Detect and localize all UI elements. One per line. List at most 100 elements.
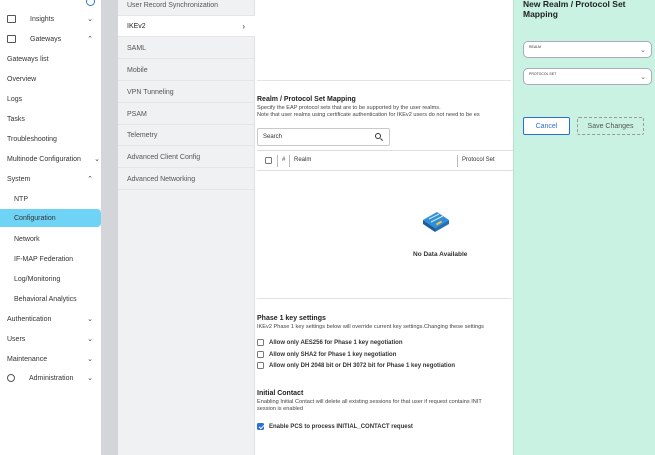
nav-label: Users bbox=[7, 335, 26, 343]
nav-divider bbox=[101, 0, 118, 455]
protocol-set-select[interactable]: PROTOCOL SET ⌄ bbox=[523, 68, 652, 85]
empty-state-text: No Data Available bbox=[413, 251, 468, 258]
submenu-label: Advanced Client Config bbox=[127, 153, 201, 161]
select-all-checkbox[interactable] bbox=[265, 157, 272, 164]
nav-label: Maintenance bbox=[7, 355, 48, 363]
nav-label: Overview bbox=[7, 75, 37, 83]
nav-label: System bbox=[7, 175, 31, 183]
nav-item-system[interactable]: System ⌃ bbox=[0, 170, 101, 188]
nav-item-users[interactable]: Users ⌄ bbox=[0, 330, 101, 348]
nav-item-log-monitoring[interactable]: Log/Monitoring bbox=[0, 270, 101, 288]
dh-checkbox[interactable] bbox=[257, 362, 264, 369]
column-divider bbox=[277, 155, 278, 167]
table-header: # Realm Protocol Set bbox=[257, 150, 513, 171]
submenu-item-mobile[interactable]: Mobile bbox=[118, 60, 255, 81]
submenu-label: Mobile bbox=[127, 66, 148, 74]
phase1-option-aes256[interactable]: Allow only AES256 for Phase 1 key negoti… bbox=[257, 339, 402, 346]
nav-item-troubleshooting[interactable]: Troubleshooting bbox=[0, 130, 101, 148]
new-mapping-panel: New Realm / Protocol Set Mapping REALM ⌄… bbox=[513, 0, 655, 455]
realm-select-label: REALM bbox=[529, 45, 542, 49]
chevron-down-icon: ⌄ bbox=[640, 74, 646, 81]
search-icon[interactable] bbox=[375, 133, 381, 139]
submenu-item-user-record-sync[interactable]: User Record Synchronization bbox=[118, 0, 255, 16]
nav-label: Configuration bbox=[14, 214, 56, 222]
submenu-item-advanced-client-config[interactable]: Advanced Client Config bbox=[118, 147, 255, 168]
chevron-down-icon: ⌄ bbox=[87, 375, 93, 382]
initial-contact-option[interactable]: Enable PCS to process INITIAL_CONTACT re… bbox=[257, 423, 413, 430]
option-label: Allow only SHA2 for Phase 1 key negotiat… bbox=[269, 351, 397, 358]
search-input[interactable]: Search bbox=[257, 128, 390, 146]
divider bbox=[257, 298, 511, 299]
nav-label: Tasks bbox=[7, 115, 25, 123]
submenu-item-advanced-networking[interactable]: Advanced Networking bbox=[118, 169, 255, 190]
nav-item-maintenance[interactable]: Maintenance ⌄ bbox=[0, 350, 101, 368]
nav-label: Administration bbox=[29, 374, 74, 382]
phase1-title: Phase 1 key settings bbox=[257, 315, 326, 322]
empty-table-icon bbox=[423, 212, 449, 232]
nav-item-configuration[interactable]: Configuration bbox=[0, 209, 101, 227]
realm-select[interactable]: REALM ⌄ bbox=[523, 41, 652, 58]
realm-section-title: Realm / Protocol Set Mapping bbox=[257, 96, 356, 103]
nav-item-overview[interactable]: Overview bbox=[0, 70, 101, 88]
admin-icon bbox=[7, 374, 15, 382]
nav-label: Behavioral Analytics bbox=[14, 295, 77, 303]
nav-item-gateways-list[interactable]: Gateways list bbox=[0, 50, 101, 68]
column-header-protocol-set[interactable]: Protocol Set bbox=[462, 157, 495, 163]
column-header-realm[interactable]: Realm bbox=[294, 157, 311, 163]
nav-label: Troubleshooting bbox=[7, 135, 57, 143]
nav-label: Log/Monitoring bbox=[14, 275, 61, 283]
nav-item-administration[interactable]: Administration ⌄ bbox=[0, 369, 101, 387]
initial-contact-checkbox[interactable] bbox=[257, 423, 264, 430]
panel-title: New Realm / Protocol Set Mapping bbox=[523, 0, 626, 19]
column-divider bbox=[289, 155, 290, 167]
initial-contact-desc: Enabling Initial Contact will delete all… bbox=[257, 399, 482, 405]
nav-label: IF-MAP Federation bbox=[14, 255, 74, 263]
nav-label: Network bbox=[14, 235, 40, 243]
gateway-icon bbox=[7, 35, 16, 43]
submenu-item-ikev2[interactable]: IKEv2 › bbox=[118, 16, 255, 37]
nav-item-ntp[interactable]: NTP bbox=[0, 190, 101, 208]
sha2-checkbox[interactable] bbox=[257, 351, 264, 358]
realm-section-note: Note that user realms using certificate … bbox=[257, 112, 480, 118]
nav-item-gateways[interactable]: Gateways ⌃ bbox=[0, 30, 101, 48]
nav-item-tasks[interactable]: Tasks bbox=[0, 110, 101, 128]
submenu-label: User Record Synchronization bbox=[127, 1, 219, 9]
nav-label: Gateways bbox=[30, 35, 62, 43]
phase1-option-sha2[interactable]: Allow only SHA2 for Phase 1 key negotiat… bbox=[257, 351, 396, 358]
phase1-desc: IKEv2 Phase 1 key settings below will ov… bbox=[257, 324, 484, 330]
nav-item-authentication[interactable]: Authentication ⌄ bbox=[0, 310, 101, 328]
submenu-item-telemetry[interactable]: Telemetry bbox=[118, 125, 255, 146]
column-header-index: # bbox=[282, 157, 286, 163]
nav-label: Gateways list bbox=[7, 55, 49, 63]
column-divider bbox=[457, 155, 458, 167]
chevron-down-icon: ⌄ bbox=[87, 336, 93, 343]
clock-icon[interactable] bbox=[86, 0, 95, 6]
chevron-down-icon: ⌄ bbox=[87, 316, 93, 323]
submenu-label: Advanced Networking bbox=[127, 175, 196, 183]
left-nav: Insights ⌄ Gateways ⌃ Gateways list Over… bbox=[0, 0, 101, 455]
nav-item-logs[interactable]: Logs bbox=[0, 90, 101, 108]
submenu-item-psam[interactable]: PSAM bbox=[118, 104, 255, 125]
submenu-item-vpn-tunneling[interactable]: VPN Tunneling bbox=[118, 82, 255, 103]
chevron-down-icon: ⌄ bbox=[87, 356, 93, 363]
option-label: Allow only AES256 for Phase 1 key negoti… bbox=[269, 339, 403, 346]
chevron-right-icon: › bbox=[242, 21, 245, 31]
submenu-label: SAML bbox=[127, 44, 147, 52]
submenu-label: PSAM bbox=[127, 110, 147, 118]
nav-item-ifmap[interactable]: IF-MAP Federation bbox=[0, 250, 101, 268]
phase1-option-dh[interactable]: Allow only DH 2048 bit or DH 3072 bit fo… bbox=[257, 362, 455, 369]
cancel-button[interactable]: Cancel bbox=[523, 117, 570, 135]
option-label: Enable PCS to process INITIAL_CONTACT re… bbox=[269, 423, 413, 430]
nav-item-network[interactable]: Network bbox=[0, 230, 101, 248]
submenu-item-saml[interactable]: SAML bbox=[118, 38, 255, 59]
protocol-select-label: PROTOCOL SET bbox=[529, 72, 557, 76]
save-changes-button[interactable]: Save Changes bbox=[577, 117, 644, 135]
nav-item-multinode[interactable]: Multinode Configuration ⌄ bbox=[0, 150, 101, 168]
chevron-up-icon: ⌃ bbox=[87, 176, 93, 183]
submenu-label: VPN Tunneling bbox=[127, 88, 174, 96]
nav-label: Insights bbox=[30, 15, 55, 23]
nav-item-insights[interactable]: Insights ⌄ bbox=[0, 10, 101, 28]
nav-item-behavioral-analytics[interactable]: Behavioral Analytics bbox=[0, 290, 101, 308]
nav-label: Authentication bbox=[7, 315, 52, 323]
aes256-checkbox[interactable] bbox=[257, 339, 264, 346]
